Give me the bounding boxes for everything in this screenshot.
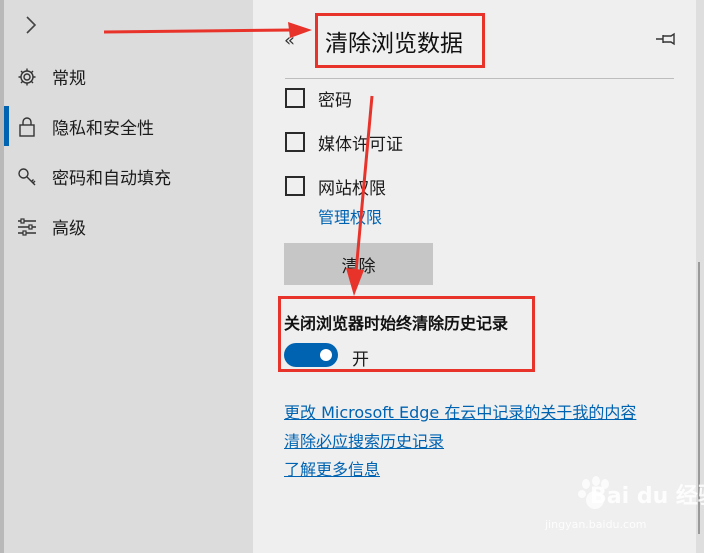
change-cloud-data-link[interactable]: 更改 Microsoft Edge 在云中记录的关于我的内容	[284, 399, 636, 423]
pin-button[interactable]	[655, 30, 677, 48]
checkbox-label: 媒体许可证	[318, 134, 403, 155]
active-indicator	[4, 106, 9, 146]
expand-sidebar-button[interactable]	[18, 12, 44, 38]
checkbox[interactable]	[285, 88, 305, 108]
sidebar-item-label: 常规	[52, 68, 86, 89]
manage-permissions-link[interactable]: 管理权限	[318, 204, 382, 228]
checkbox-row-passwords[interactable]: 密码	[285, 85, 352, 111]
sidebar-item-passwords[interactable]: 密码和自动填充	[4, 156, 253, 196]
settings-sidebar: 常规 隐私和安全性 密码和自动填充 高级	[4, 0, 253, 553]
sidebar-item-privacy[interactable]: 隐私和安全性	[4, 106, 253, 146]
chevron-right-icon	[26, 16, 37, 34]
checkbox-row-site-permissions[interactable]: 网站权限	[285, 173, 386, 199]
checkbox-label: 密码	[318, 90, 352, 111]
gear-icon	[16, 66, 38, 88]
lock-icon	[16, 116, 38, 138]
header-divider	[285, 78, 674, 79]
always-clear-history-toggle[interactable]	[284, 343, 338, 367]
toggle-state-label: 开	[352, 350, 369, 370]
title-highlight-box: 清除浏览数据	[315, 13, 485, 68]
sidebar-item-general[interactable]: 常规	[4, 56, 253, 96]
sidebar-item-advanced[interactable]: 高级	[4, 206, 253, 246]
sliders-icon	[16, 216, 38, 238]
clear-button[interactable]: 清除	[284, 243, 433, 285]
checkbox-label: 网站权限	[318, 178, 386, 199]
always-clear-history-label: 关闭浏览器时始终清除历史记录	[284, 314, 509, 333]
back-button[interactable]: «	[284, 30, 295, 51]
page-title: 清除浏览数据	[325, 30, 463, 57]
checkbox[interactable]	[285, 132, 305, 152]
toggle-knob	[320, 349, 332, 361]
sidebar-item-label: 隐私和安全性	[52, 118, 154, 139]
key-icon	[16, 166, 38, 188]
sidebar-item-label: 高级	[52, 218, 86, 239]
checkbox[interactable]	[285, 176, 305, 196]
watermark-text: Bai du 经验	[590, 484, 704, 509]
pin-icon	[656, 32, 675, 46]
checkbox-row-media-licenses[interactable]: 媒体许可证	[285, 129, 403, 155]
learn-more-link[interactable]: 了解更多信息	[284, 456, 380, 480]
clear-bing-history-link[interactable]: 清除必应搜索历史记录	[284, 428, 444, 452]
sidebar-item-label: 密码和自动填充	[52, 168, 171, 189]
watermark-url: jingyan.baidu.com	[545, 518, 647, 531]
